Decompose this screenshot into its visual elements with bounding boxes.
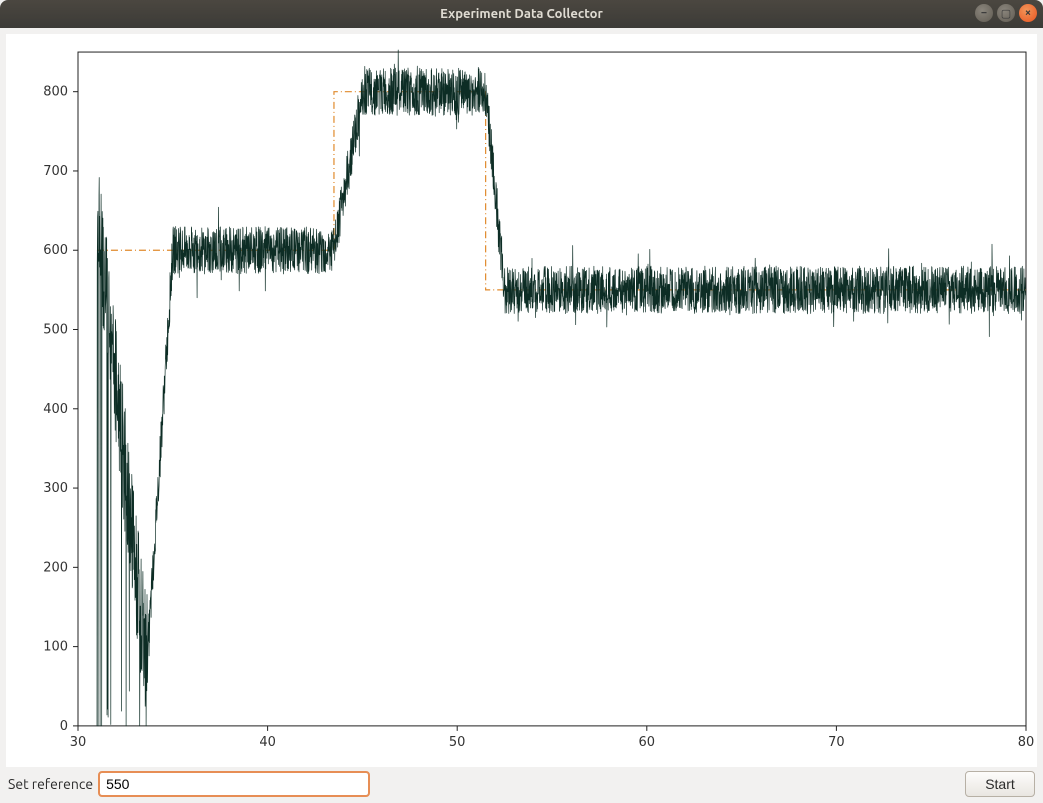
window-controls: − ▢ × xyxy=(975,4,1037,22)
start-button[interactable]: Start xyxy=(965,771,1035,797)
svg-text:400: 400 xyxy=(43,402,68,417)
svg-text:100: 100 xyxy=(43,640,68,655)
svg-text:40: 40 xyxy=(259,735,276,750)
svg-text:600: 600 xyxy=(43,243,68,258)
svg-text:70: 70 xyxy=(828,735,845,750)
minimize-icon[interactable]: − xyxy=(975,4,993,22)
svg-text:800: 800 xyxy=(43,85,68,100)
close-icon[interactable]: × xyxy=(1019,4,1037,22)
svg-text:50: 50 xyxy=(449,735,466,750)
maximize-icon[interactable]: ▢ xyxy=(997,4,1015,22)
svg-text:30: 30 xyxy=(70,735,87,750)
bottom-bar: Set reference Start xyxy=(0,771,1043,803)
svg-text:500: 500 xyxy=(43,323,68,338)
svg-text:60: 60 xyxy=(639,735,656,750)
titlebar: Experiment Data Collector − ▢ × xyxy=(0,0,1043,28)
plot-svg: 0 100 200 300 400 500 600 700 800 30 40 50 60 70 80 xyxy=(6,34,1037,767)
reference-label: Set reference xyxy=(8,776,93,792)
plot-container: 0 100 200 300 400 500 600 700 800 30 40 50 60 70 80 xyxy=(6,34,1037,767)
reference-input[interactable] xyxy=(99,772,369,796)
svg-text:0: 0 xyxy=(60,719,68,734)
svg-text:200: 200 xyxy=(43,560,68,575)
svg-text:80: 80 xyxy=(1018,735,1035,750)
svg-text:300: 300 xyxy=(43,481,68,496)
client-area: 0 100 200 300 400 500 600 700 800 30 40 50 60 70 80 Se… xyxy=(0,28,1043,803)
svg-text:700: 700 xyxy=(43,164,68,179)
window-title: Experiment Data Collector xyxy=(440,7,603,21)
